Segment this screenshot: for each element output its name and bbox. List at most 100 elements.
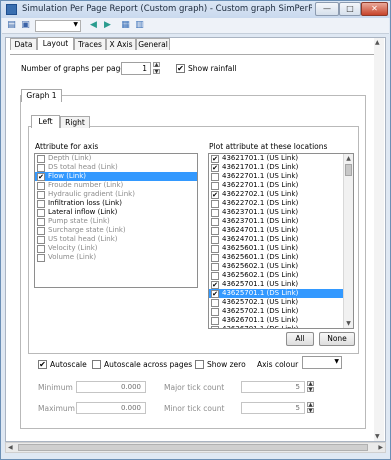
tab-data[interactable]: Data xyxy=(10,38,37,50)
item-checkbox[interactable] xyxy=(211,325,219,328)
list-item[interactable]: Hydraulic gradient (Link) xyxy=(35,190,197,199)
list-item[interactable]: 43625601.1 (DS Link) xyxy=(209,253,344,262)
minor-tick-count-input[interactable]: 5 xyxy=(241,402,305,414)
autoscale-across-pages-checkbox[interactable] xyxy=(92,360,101,369)
list-item[interactable]: ✔ 43622702.1 (US Link) xyxy=(209,190,344,199)
list-item[interactable]: Velocity (Link) xyxy=(35,244,197,253)
scroll-thumb[interactable] xyxy=(18,444,368,451)
item-checkbox[interactable] xyxy=(37,208,45,217)
back-icon[interactable]: ◀ xyxy=(88,20,99,31)
maximum-input[interactable]: 0.000 xyxy=(76,402,146,414)
list-item[interactable]: DS total head (Link) xyxy=(35,163,197,172)
report-icon[interactable]: ▤ xyxy=(6,20,17,31)
tab-traces[interactable]: Traces xyxy=(74,38,106,50)
select-none-button[interactable]: None xyxy=(319,332,355,346)
list-item[interactable]: 43623701.1 (US Link) xyxy=(209,208,344,217)
toolbar-dropdown[interactable]: ▼ xyxy=(35,20,81,32)
autoscale-checkbox[interactable]: ✔ xyxy=(38,360,47,369)
item-checkbox[interactable]: ✔ xyxy=(211,280,219,289)
item-checkbox[interactable] xyxy=(211,307,219,316)
list-item[interactable]: 43625702.1 (DS Link) xyxy=(209,307,344,316)
list-item[interactable]: Volume (Link) xyxy=(35,253,197,262)
item-checkbox[interactable] xyxy=(37,253,45,262)
item-checkbox[interactable] xyxy=(211,226,219,235)
list-item[interactable]: Pump state (Link) xyxy=(35,217,197,226)
list-item[interactable]: 43626701.1 (US Link) xyxy=(209,316,344,325)
item-checkbox[interactable]: ✔ xyxy=(211,163,219,172)
list-item[interactable]: 43622701.1 (US Link) xyxy=(209,172,344,181)
tab-left[interactable]: Left xyxy=(31,115,60,128)
list-item[interactable]: ✔ 43625701.1 (DS Link) xyxy=(209,289,344,298)
list-item[interactable]: Froude number (Link) xyxy=(35,181,197,190)
location-list[interactable]: ✔ 43621701.1 (US Link) ✔ 43621701.1 (DS Lin… xyxy=(208,153,354,329)
list-item[interactable]: US total head (Link) xyxy=(35,235,197,244)
minimum-input[interactable]: 0.000 xyxy=(76,381,146,393)
item-checkbox[interactable] xyxy=(37,190,45,199)
item-checkbox[interactable] xyxy=(211,262,219,271)
list-item[interactable]: 43625601.1 (US Link) xyxy=(209,244,344,253)
major-tick-count-input[interactable]: 5 xyxy=(241,381,305,393)
location-list-scrollbar[interactable]: ▲ ▼ xyxy=(343,154,353,328)
dialog-horizontal-scrollbar[interactable]: ◀ ▶ xyxy=(5,442,386,453)
item-checkbox[interactable]: ✔ xyxy=(211,154,219,163)
item-checkbox[interactable] xyxy=(211,199,219,208)
list-item[interactable]: 43624701.1 (US Link) xyxy=(209,226,344,235)
axis-colour-dropdown[interactable]: ▼ xyxy=(302,356,342,369)
list-item[interactable]: ✔ 43621701.1 (DS Link) xyxy=(209,163,344,172)
list-item[interactable]: 43622702.1 (DS Link) xyxy=(209,199,344,208)
spin-up-icon[interactable]: ▲ xyxy=(307,381,314,387)
item-checkbox[interactable]: ✔ xyxy=(211,190,219,199)
item-checkbox[interactable] xyxy=(211,181,219,190)
spin-up-icon[interactable]: ▲ xyxy=(307,402,314,408)
list-item[interactable]: 43625602.1 (US Link) xyxy=(209,262,344,271)
scroll-down-icon[interactable]: ▼ xyxy=(375,433,380,440)
item-checkbox[interactable] xyxy=(211,172,219,181)
list-item[interactable]: 43623701.1 (DS Link) xyxy=(209,217,344,226)
tab-x-axis[interactable]: X Axis xyxy=(106,38,136,50)
scroll-right-icon[interactable]: ▶ xyxy=(378,444,383,451)
list-item[interactable]: 43622701.1 (DS Link) xyxy=(209,181,344,190)
list-item[interactable]: Infiltration loss (Link) xyxy=(35,199,197,208)
list-item[interactable]: Surcharge state (Link) xyxy=(35,226,197,235)
item-checkbox[interactable] xyxy=(211,316,219,325)
list-item[interactable]: ✔ 43621701.1 (US Link) xyxy=(209,154,344,163)
scroll-up-icon[interactable]: ▲ xyxy=(375,39,380,46)
spin-up-icon[interactable]: ▲ xyxy=(153,62,160,68)
spin-down-icon[interactable]: ▼ xyxy=(307,387,314,393)
list-item[interactable]: Depth (Link) xyxy=(35,154,197,163)
item-checkbox[interactable] xyxy=(37,217,45,226)
dialog-vertical-scrollbar[interactable]: ▲ ▼ xyxy=(374,38,384,441)
item-checkbox[interactable] xyxy=(211,244,219,253)
select-all-button[interactable]: All xyxy=(286,332,314,346)
list-item[interactable]: 43626701.1 (DS Link) xyxy=(209,325,344,328)
item-checkbox[interactable] xyxy=(37,181,45,190)
spin-down-icon[interactable]: ▼ xyxy=(307,408,314,414)
attribute-list[interactable]: Depth (Link) DS total head (Link) ✔ Flow (L… xyxy=(34,153,198,288)
scroll-up-icon[interactable]: ▲ xyxy=(344,154,353,163)
item-checkbox[interactable] xyxy=(211,235,219,244)
scroll-down-icon[interactable]: ▼ xyxy=(344,319,353,328)
item-checkbox[interactable] xyxy=(211,208,219,217)
item-checkbox[interactable] xyxy=(37,235,45,244)
item-checkbox[interactable] xyxy=(37,199,45,208)
item-checkbox[interactable] xyxy=(37,244,45,253)
scroll-left-icon[interactable]: ◀ xyxy=(8,444,13,451)
tab-graph-1[interactable]: Graph 1 xyxy=(21,89,62,102)
save-icon[interactable]: ▣ xyxy=(20,20,31,31)
scroll-thumb[interactable] xyxy=(345,164,352,176)
item-checkbox[interactable]: ✔ xyxy=(37,172,45,181)
list-item[interactable]: 43624701.1 (DS Link) xyxy=(209,235,344,244)
item-checkbox[interactable] xyxy=(211,217,219,226)
list-item[interactable]: Lateral inflow (Link) xyxy=(35,208,197,217)
spin-down-icon[interactable]: ▼ xyxy=(153,69,160,75)
minimize-button[interactable]: — xyxy=(315,2,339,16)
show-zero-checkbox[interactable] xyxy=(195,360,204,369)
page-grid-icon[interactable]: ▥ xyxy=(134,20,145,31)
forward-icon[interactable]: ▶ xyxy=(102,20,113,31)
tab-general[interactable]: General xyxy=(136,38,170,50)
maximize-button[interactable]: □ xyxy=(339,2,361,16)
list-item[interactable]: ✔ Flow (Link) xyxy=(35,172,197,181)
item-checkbox[interactable] xyxy=(37,154,45,163)
item-checkbox[interactable] xyxy=(211,298,219,307)
page-icon[interactable]: ▦ xyxy=(120,20,131,31)
